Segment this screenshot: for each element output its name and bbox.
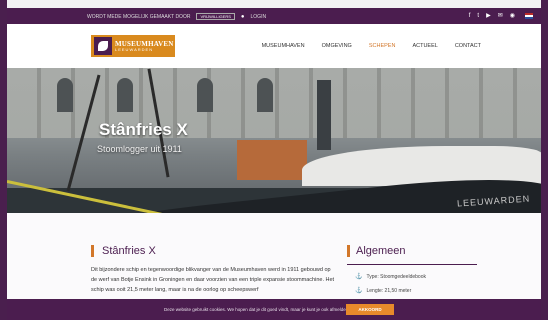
ship-chimney: [317, 80, 331, 150]
sponsor-logo[interactable]: VRIJWILLIGERS: [196, 13, 235, 20]
nav-actueel[interactable]: ACTUEEL: [412, 43, 437, 49]
nav-schepen[interactable]: SCHEPEN: [369, 43, 396, 49]
logo-mark-icon: [94, 37, 112, 55]
info-row-type: ⚓ Type: Stoomgedeeldebook: [355, 273, 426, 281]
logo-line2: LEEUWARDEN: [115, 46, 154, 52]
user-icon: ●: [240, 13, 245, 20]
hero-image: Stânfries X Stoomlogger uit 1911 LEEUWAR…: [7, 68, 541, 213]
cookie-accept-button[interactable]: AKKOORD: [346, 304, 394, 315]
site-header: MUSEUMHAVEN LEEUWARDEN MUSEUMHAVEN OMGEV…: [7, 24, 541, 68]
facebook-icon[interactable]: f: [469, 13, 471, 19]
left-frame: [0, 0, 7, 320]
cookie-bar: Deze website gebruikt cookies. We hopen …: [7, 299, 541, 320]
background-building: [7, 68, 541, 138]
sponsor-text: WORDT MEDE MOGELIJK GEMAAKT DOOR: [87, 13, 191, 20]
ship-deckhouse: [237, 140, 307, 180]
info-row-length: ⚓ Lengte: 21,50 meter: [355, 287, 412, 295]
nav-omgeving[interactable]: OMGEVING: [322, 43, 352, 49]
ship-description: Dit bijzondere schip en tegenwoordige bl…: [91, 267, 335, 293]
hero-title: Stânfries X: [99, 120, 188, 139]
rss-icon[interactable]: ◉: [510, 12, 515, 19]
sidebar-heading: Algemeen: [347, 245, 406, 257]
ship-heading: Stânfries X: [91, 245, 156, 257]
language-flag-icon[interactable]: [525, 13, 533, 19]
site-logo[interactable]: MUSEUMHAVEN LEEUWARDEN: [91, 35, 175, 57]
nav-museumhaven[interactable]: MUSEUMHAVEN: [262, 43, 305, 49]
ship-icon: ⚓: [355, 274, 363, 280]
ruler-icon: ⚓: [355, 288, 363, 294]
main-nav: MUSEUMHAVEN OMGEVING SCHEPEN ACTUEEL CON…: [262, 43, 481, 49]
nav-contact[interactable]: CONTACT: [455, 43, 481, 49]
hero-subtitle: Stoomlogger uit 1911: [97, 144, 182, 154]
youtube-icon[interactable]: ▶: [486, 12, 491, 19]
top-bar: WORDT MEDE MOGELIJK GEMAAKT DOOR VRIJWIL…: [7, 8, 541, 24]
sidebar-divider: [347, 264, 477, 265]
email-icon[interactable]: ✉: [498, 12, 503, 19]
right-frame: [541, 0, 548, 320]
login-link[interactable]: LOGIN: [251, 14, 267, 20]
twitter-icon[interactable]: t: [477, 13, 479, 19]
